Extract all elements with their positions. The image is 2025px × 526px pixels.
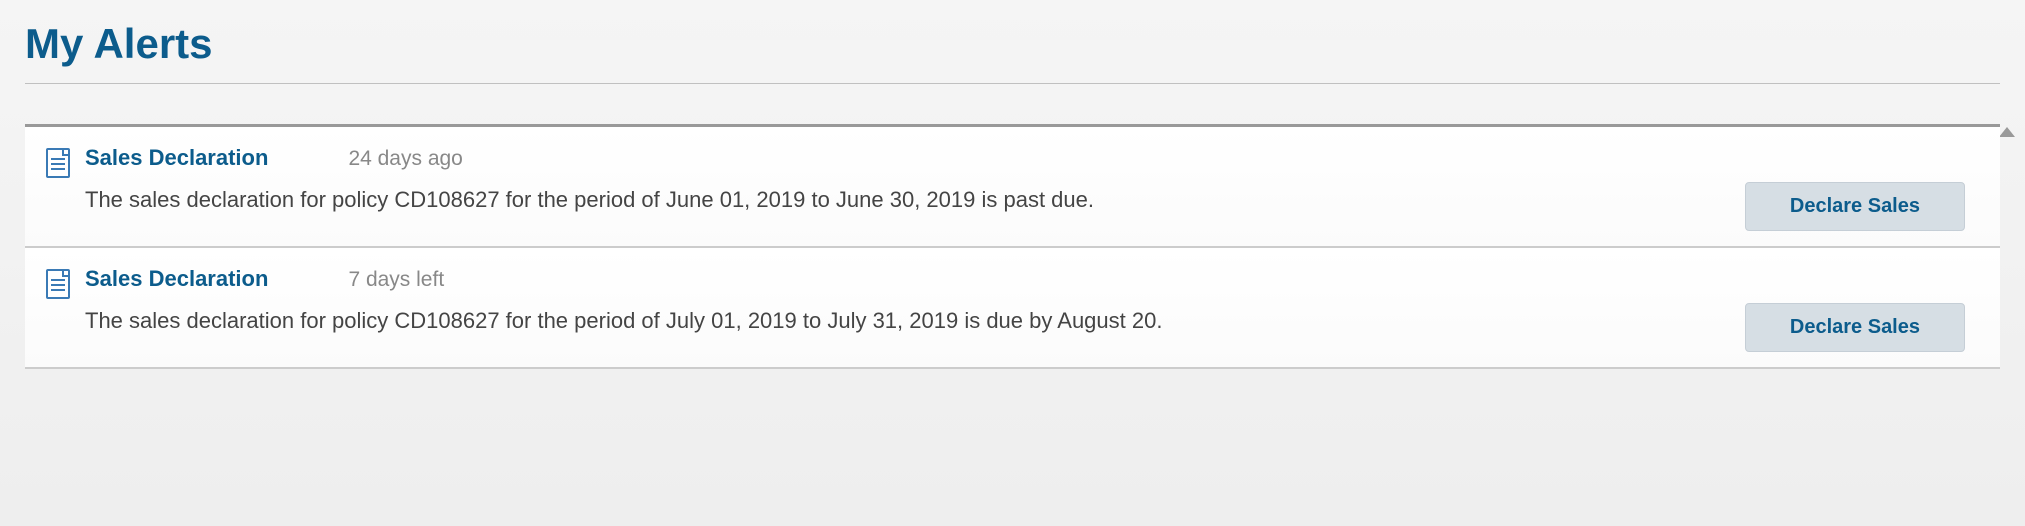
- alert-time: 24 days ago: [348, 147, 462, 171]
- alert-header: Sales Declaration 24 days ago: [85, 145, 1980, 171]
- alert-item: Sales Declaration 7 days left The sales …: [25, 248, 2000, 369]
- alert-title: Sales Declaration: [85, 145, 268, 171]
- alert-description: The sales declaration for policy CD10862…: [85, 306, 1980, 337]
- alert-item: Sales Declaration 24 days ago The sales …: [25, 127, 2000, 248]
- declare-sales-button[interactable]: Declare Sales: [1745, 182, 1965, 231]
- alert-content: Sales Declaration 24 days ago The sales …: [85, 145, 1980, 216]
- scroll-up-indicator[interactable]: [1999, 127, 2015, 137]
- alert-action: Declare Sales: [1745, 303, 1965, 352]
- declare-sales-button[interactable]: Declare Sales: [1745, 303, 1965, 352]
- alert-description: The sales declaration for policy CD10862…: [85, 185, 1980, 216]
- alert-time: 7 days left: [348, 268, 444, 292]
- alert-header: Sales Declaration 7 days left: [85, 266, 1980, 292]
- page-title: My Alerts: [25, 20, 2000, 68]
- alerts-list: Sales Declaration 24 days ago The sales …: [25, 124, 2000, 369]
- alert-content: Sales Declaration 7 days left The sales …: [85, 266, 1980, 337]
- document-icon: [45, 268, 73, 305]
- document-icon: [45, 147, 73, 184]
- alert-action: Declare Sales: [1745, 182, 1965, 231]
- title-divider: [25, 83, 2000, 84]
- alert-title: Sales Declaration: [85, 266, 268, 292]
